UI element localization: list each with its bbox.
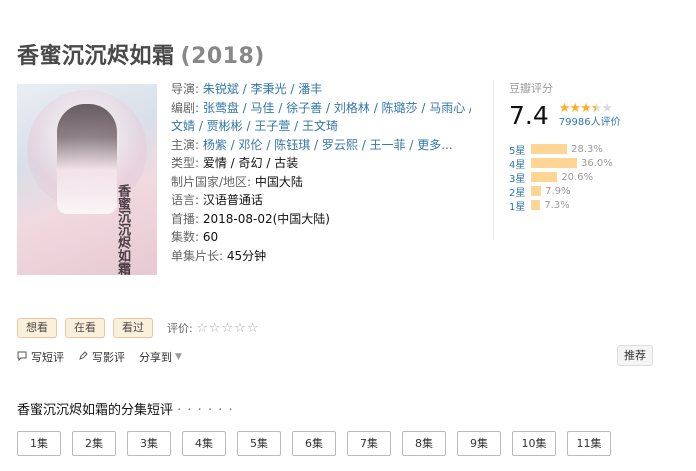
want-button[interactable]: 想看: [17, 318, 57, 338]
premiere-value: 2018-08-02(中国大陆): [202, 211, 330, 226]
episode-button[interactable]: 7集: [347, 431, 391, 456]
writer-links[interactable]: 张莺盘 / 马佳 / 徐子善 / 刘格林 / 陈璐莎 / 马雨心 / 姜: [203, 101, 471, 115]
rating-panel: 豆瓣评分 7.4 ★★★★★ 79986人评价 5星 28.3% 4星 36.0% 3星…: [493, 80, 643, 240]
country-value: 中国大陆: [254, 174, 303, 189]
star-full-icons: ★★★: [558, 101, 592, 116]
episodes-row: 集数: 60: [171, 228, 471, 247]
write-review-label: 写影评: [92, 351, 125, 364]
writer-row-2: 文婧 / 贾彬彬 / 王子萱 / 王文琦: [171, 117, 471, 136]
rating-main: 7.4 ★★★★★ 79986人评价: [509, 102, 643, 130]
episode-button[interactable]: 2集: [72, 431, 116, 456]
write-review-button[interactable]: 写影评: [78, 349, 125, 365]
rating-dist-pct: 20.6%: [561, 171, 594, 183]
episode-button[interactable]: 4集: [182, 431, 226, 456]
watching-button[interactable]: 在看: [65, 318, 105, 338]
page-title: 香蜜沉沉烬如霜 (2018): [17, 38, 265, 70]
premiere-label: 首播:: [171, 211, 203, 226]
rating-dist-row: 2星 7.9%: [509, 184, 643, 199]
tool-bar: 写短评 写影评 分享到 ▼: [17, 349, 196, 365]
rating-dist-pct: 28.3%: [571, 143, 603, 155]
episode-button[interactable]: 6集: [292, 431, 336, 456]
episode-section-title: 香蜜沉沉烬如霜的分集短评 · · · · · ·: [17, 399, 234, 418]
country-label: 制片国家/地区:: [171, 174, 255, 189]
rating-dist-row: 4星 36.0%: [509, 156, 643, 171]
episode-button[interactable]: 9集: [457, 431, 501, 456]
episode-list: 1集 2集 3集 4集 5集 6集 7集 8集 9集 10集 11集: [17, 431, 622, 456]
rating-dist-bar: [531, 158, 577, 168]
rating-votes-link[interactable]: 79986人评价: [559, 116, 621, 130]
rating-dist-pct: 7.9%: [545, 185, 571, 197]
share-dropdown[interactable]: 分享到 ▼: [139, 349, 182, 365]
rating-dist-row: 1星 7.3%: [509, 198, 643, 213]
rating-dist-label[interactable]: 4星: [509, 156, 531, 171]
rating-dist-row: 5星 28.3%: [509, 142, 643, 157]
info-panel: 导演: 朱锐斌 / 李秉光 / 潘丰 编剧: 张莺盘 / 马佳 / 徐子善 / …: [171, 80, 471, 265]
director-links[interactable]: 朱锐斌 / 李秉光 / 潘丰: [203, 82, 322, 96]
star-half-icon: ★: [590, 101, 603, 116]
genre-row: 类型: 爱情 / 奇幻 / 古装: [171, 154, 471, 173]
poster-image[interactable]: 香蜜沉沉烬如霜: [17, 84, 157, 275]
my-rating: 评价: ☆☆☆☆☆: [167, 320, 260, 336]
writer-links-2[interactable]: 文婧 / 贾彬彬 / 王子萱 / 王文琦: [171, 119, 338, 133]
share-label: 分享到: [139, 351, 172, 364]
episode-button[interactable]: 10集: [512, 431, 556, 456]
star-empty-icon: ★: [601, 101, 613, 116]
country-row: 制片国家/地区: 中国大陆: [171, 173, 471, 192]
genre-label: 类型:: [171, 156, 203, 170]
rate-stars-input[interactable]: ☆☆☆☆☆: [196, 321, 259, 336]
runtime-label: 单集片长:: [171, 248, 227, 263]
recommend-button[interactable]: 推荐: [617, 345, 653, 366]
episodes-value: 60: [202, 230, 219, 244]
rating-dist-label[interactable]: 2星: [509, 184, 531, 199]
premiere-row: 首播: 2018-08-02(中国大陆): [171, 210, 471, 229]
episode-button[interactable]: 8集: [402, 431, 446, 456]
pencil-icon: [78, 350, 88, 364]
rating-title: 豆瓣评分: [509, 82, 553, 95]
director-label: 导演:: [171, 82, 203, 96]
title-year: (2018): [180, 44, 265, 69]
write-short-review-button[interactable]: 写短评: [17, 349, 64, 365]
rating-dist-bar: [531, 144, 568, 154]
watched-button[interactable]: 看过: [113, 318, 153, 338]
language-label: 语言:: [171, 193, 203, 207]
rating-distribution: 5星 28.3% 4星 36.0% 3星 20.6% 2星 7.9% 1星 7.3%: [509, 142, 643, 213]
episode-button[interactable]: 1集: [17, 431, 61, 456]
writer-label: 编剧:: [171, 100, 203, 115]
rating-dist-pct: 7.3%: [544, 199, 570, 211]
episode-button[interactable]: 3集: [127, 431, 171, 456]
write-short-review-label: 写短评: [31, 351, 64, 364]
rating-dist-row: 3星 20.6%: [509, 170, 643, 185]
rating-dist-label[interactable]: 1星: [509, 198, 531, 213]
rating-score: 7.4: [509, 101, 549, 130]
rating-dist-bar: [531, 200, 541, 210]
comment-icon: [17, 351, 27, 364]
language-row: 语言: 汉语普通话: [171, 191, 471, 210]
rating-dist-label[interactable]: 5星: [509, 142, 531, 157]
poster-calligraphy: 香蜜沉沉烬如霜: [115, 184, 130, 275]
runtime-row: 单集片长: 45分钟: [171, 247, 471, 266]
episode-section-dots: · · · · · ·: [177, 403, 234, 418]
cast-row: 主演: 杨紫 / 邓伦 / 陈钰琪 / 罗云熙 / 王一菲 / 更多...: [171, 136, 471, 155]
rating-dist-bar: [531, 186, 542, 196]
rate-label: 评价:: [167, 322, 193, 335]
rating-dist-label[interactable]: 3星: [509, 170, 531, 185]
episodes-label: 集数:: [171, 230, 203, 244]
episode-button[interactable]: 5集: [237, 431, 281, 456]
episode-section-label: 香蜜沉沉烬如霜的分集短评: [17, 403, 174, 418]
language-value: 汉语普通话: [202, 193, 263, 207]
episode-button[interactable]: 11集: [567, 431, 611, 456]
rating-dist-bar: [531, 172, 558, 182]
cast-links[interactable]: 杨紫 / 邓伦 / 陈钰琪 / 罗云熙 / 王一菲 / 更多...: [203, 138, 453, 152]
rating-dist-pct: 36.0%: [581, 157, 613, 169]
title-name: 香蜜沉沉烬如霜: [17, 44, 175, 69]
chevron-down-icon: ▼: [175, 352, 182, 362]
runtime-value: 45分钟: [226, 248, 267, 263]
rating-stars-votes: ★★★★★ 79986人评价: [559, 102, 621, 130]
cast-label: 主演:: [171, 137, 203, 152]
genre-value: 爱情 / 奇幻 / 古装: [202, 156, 299, 170]
director-row: 导演: 朱锐斌 / 李秉光 / 潘丰: [171, 80, 471, 99]
action-bar: 想看 在看 看过 评价: ☆☆☆☆☆: [17, 318, 260, 338]
rating-stars-icon: ★★★★★: [559, 102, 621, 116]
writer-row: 编剧: 张莺盘 / 马佳 / 徐子善 / 刘格林 / 陈璐莎 / 马雨心 / 姜: [171, 99, 471, 118]
